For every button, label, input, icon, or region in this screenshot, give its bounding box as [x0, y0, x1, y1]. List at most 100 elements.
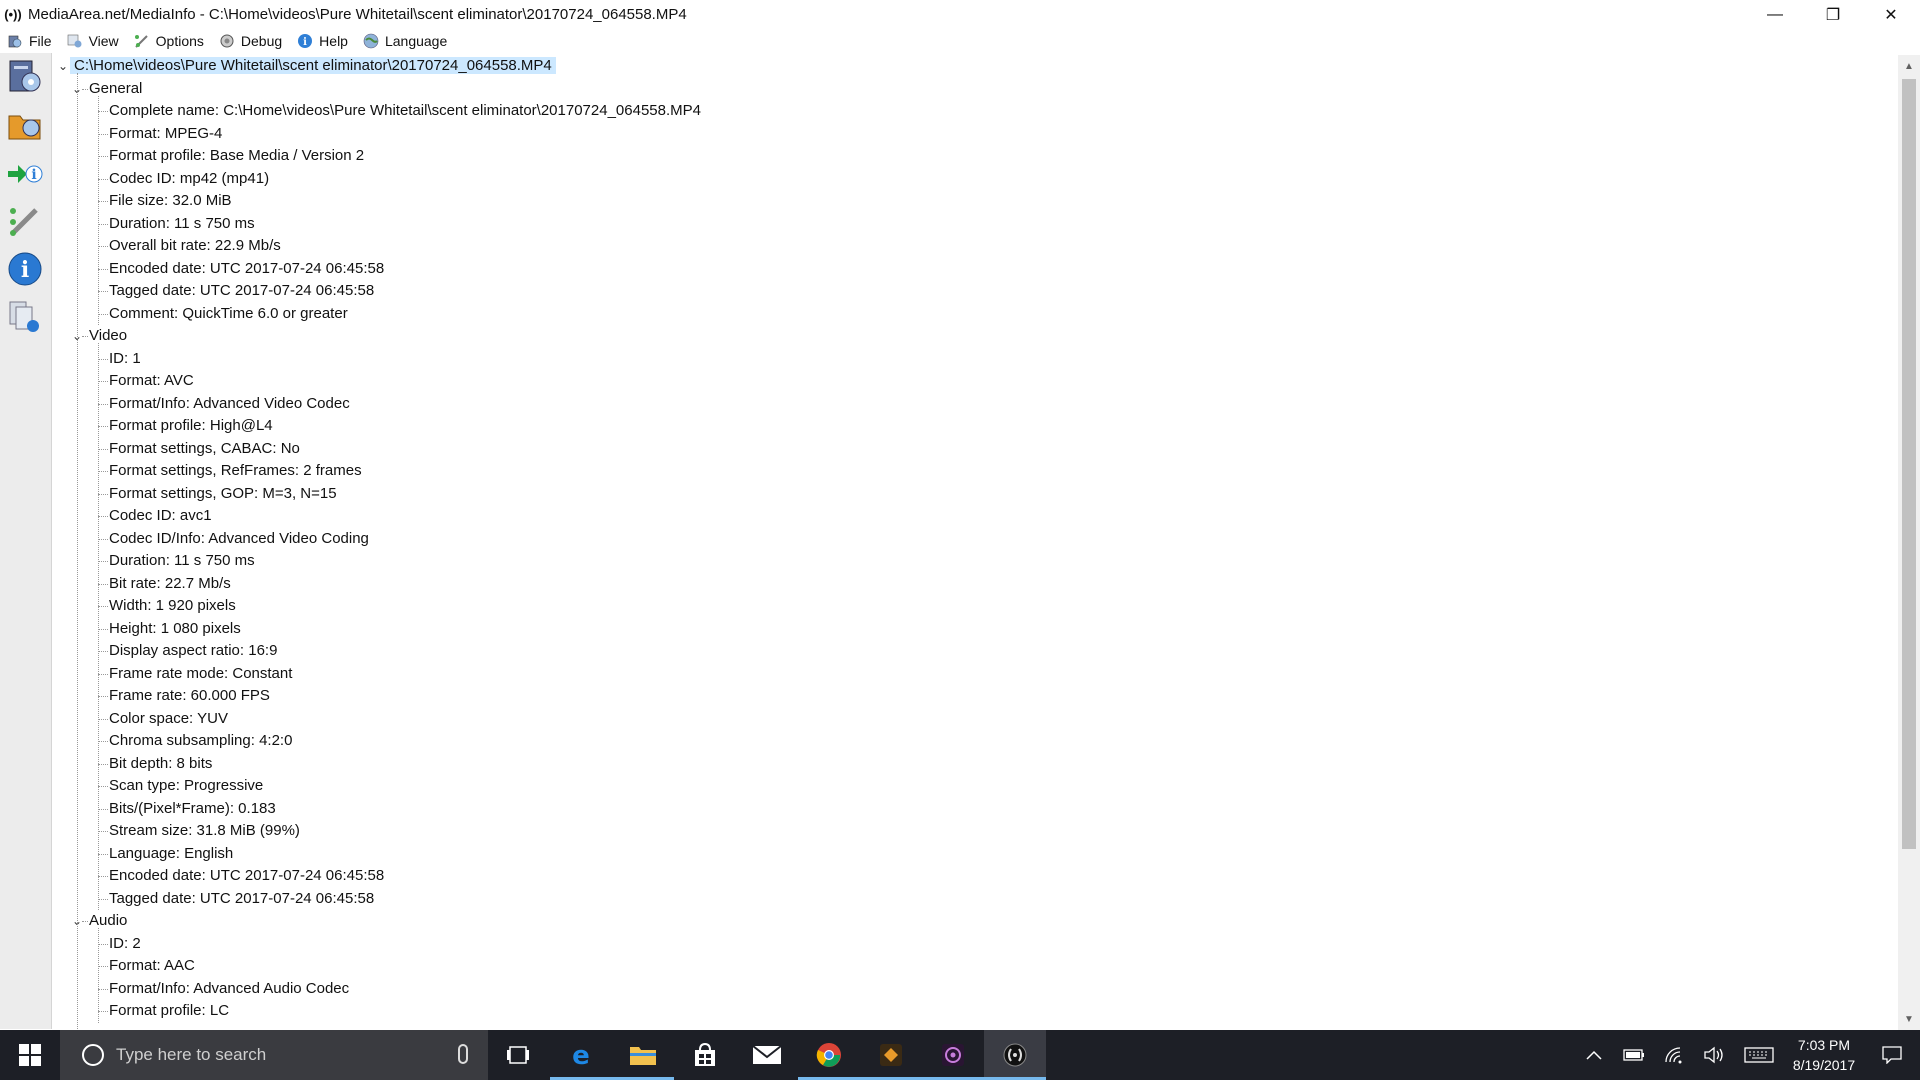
- window-title: MediaArea.net/MediaInfo - C:\Home\videos…: [28, 6, 687, 23]
- tree-item[interactable]: Duration: 11 s 750 ms: [109, 550, 255, 572]
- scroll-up-arrow-icon[interactable]: ▲: [1898, 57, 1920, 75]
- tree-item[interactable]: Frame rate mode: Constant: [109, 663, 292, 685]
- tree-item[interactable]: Scan type: Progressive: [109, 775, 263, 797]
- tree-item[interactable]: Duration: 11 s 750 ms: [109, 213, 255, 235]
- tree-item[interactable]: Format settings, RefFrames: 2 frames: [109, 460, 362, 482]
- tree-item[interactable]: Bit rate: 22.7 Mb/s: [109, 573, 231, 595]
- tree-item[interactable]: Codec ID: avc1: [109, 505, 212, 527]
- tree-item[interactable]: Width: 1 920 pixels: [109, 595, 236, 617]
- menu-debug[interactable]: Debug: [218, 30, 282, 52]
- battery-icon[interactable]: [1614, 1030, 1654, 1080]
- tree-item[interactable]: Stream size: 31.8 MiB (99%): [109, 820, 300, 842]
- export-button[interactable]: i: [5, 153, 45, 193]
- tree-item[interactable]: Tagged date: UTC 2017-07-24 06:45:58: [109, 280, 374, 302]
- volume-icon[interactable]: [1694, 1030, 1734, 1080]
- title-bar: (•)) MediaArea.net/MediaInfo - C:\Home\v…: [0, 0, 1920, 29]
- minimize-button[interactable]: —: [1746, 0, 1804, 29]
- svg-text:i: i: [303, 37, 307, 48]
- touch-keyboard-icon[interactable]: [1734, 1030, 1784, 1080]
- about-button[interactable]: i: [5, 249, 45, 289]
- taskbar-mail[interactable]: [736, 1030, 798, 1080]
- tree-item[interactable]: Format: MPEG-4: [109, 123, 222, 145]
- show-hidden-icons-chevron-icon[interactable]: [1574, 1030, 1614, 1080]
- tree-item[interactable]: Format/Info: Advanced Video Codec: [109, 393, 350, 415]
- tree-item[interactable]: Format settings, GOP: M=3, N=15: [109, 483, 337, 505]
- tree-item[interactable]: Complete name: C:\Home\videos\Pure White…: [109, 100, 701, 122]
- tree-item[interactable]: Format profile: Base Media / Version 2: [109, 145, 364, 167]
- tree-item[interactable]: Format profile: High@L4: [109, 415, 273, 437]
- tree-connector: [98, 246, 108, 247]
- tree-section-audio[interactable]: Audio: [89, 910, 127, 932]
- wifi-icon[interactable]: [1654, 1030, 1694, 1080]
- close-button[interactable]: ✕: [1862, 0, 1920, 29]
- tree-connector: [98, 718, 108, 720]
- tree-connector: [98, 808, 108, 810]
- tree-section-general[interactable]: General: [89, 78, 142, 100]
- taskbar-store[interactable]: [674, 1030, 736, 1080]
- knowledge-base-button[interactable]: [5, 297, 45, 337]
- preferences-button[interactable]: [5, 201, 45, 241]
- tree-connector: [98, 291, 108, 292]
- menu-options[interactable]: Options: [133, 30, 204, 52]
- tree-item[interactable]: Frame rate: 60.000 FPS: [109, 685, 270, 707]
- menu-help[interactable]: i Help: [296, 30, 348, 52]
- taskbar-mediainfo[interactable]: [984, 1030, 1046, 1080]
- info-tree[interactable]: ⌄ C:\Home\videos\Pure Whitetail\scent eli…: [56, 55, 1894, 1030]
- menu-file[interactable]: File: [6, 30, 52, 52]
- chevron-down-icon[interactable]: ⌄: [56, 55, 70, 77]
- tree-item[interactable]: Display aspect ratio: 16:9: [109, 640, 277, 662]
- tree-item[interactable]: ID: 1: [109, 348, 141, 370]
- tree-item[interactable]: Comment: QuickTime 6.0 or greater: [109, 303, 348, 325]
- system-clock[interactable]: 7:03 PM 8/19/2017: [1784, 1035, 1864, 1075]
- open-file-button[interactable]: [5, 57, 45, 97]
- tree-item[interactable]: Language: English: [109, 843, 233, 865]
- taskbar-file-explorer[interactable]: [612, 1030, 674, 1080]
- vertical-scrollbar[interactable]: ▲ ▼: [1898, 55, 1920, 1030]
- svg-text:i: i: [21, 257, 29, 283]
- tree-item[interactable]: Format: AVC: [109, 370, 194, 392]
- video-editor-icon: [942, 1044, 964, 1066]
- taskbar-chrome[interactable]: [798, 1030, 860, 1080]
- tree-item[interactable]: File size: 32.0 MiB: [109, 190, 232, 212]
- tree-item[interactable]: ID: 2: [109, 933, 141, 955]
- tree-item[interactable]: Bit depth: 8 bits: [109, 753, 212, 775]
- taskbar-edge[interactable]: e: [550, 1030, 612, 1080]
- tree-item[interactable]: Overall bit rate: 22.9 Mb/s: [109, 235, 281, 257]
- tree-connector: [98, 583, 108, 585]
- menu-view[interactable]: View: [66, 30, 119, 52]
- tree-connector: [98, 426, 108, 427]
- tree-connector: [77, 73, 78, 1030]
- microphone-icon[interactable]: [458, 1044, 468, 1064]
- tree-item[interactable]: Bits/(Pixel*Frame): 0.183: [109, 798, 276, 820]
- help-icon: i: [296, 32, 314, 50]
- tree-item[interactable]: Height: 1 080 pixels: [109, 618, 241, 640]
- action-center-icon[interactable]: [1864, 1030, 1920, 1080]
- taskbar-media-app[interactable]: [860, 1030, 922, 1080]
- tree-connector: [98, 156, 108, 157]
- tree-root-file[interactable]: C:\Home\videos\Pure Whitetail\scent elim…: [70, 55, 556, 77]
- scroll-thumb[interactable]: [1902, 79, 1916, 849]
- start-button[interactable]: [0, 1030, 60, 1080]
- options-icon: [133, 32, 151, 50]
- scroll-down-arrow-icon[interactable]: ▼: [1898, 1010, 1920, 1028]
- menu-language[interactable]: Language: [362, 30, 447, 52]
- tree-section-video[interactable]: Video: [89, 325, 127, 347]
- task-view-button[interactable]: [488, 1030, 550, 1080]
- tree-item[interactable]: Color space: YUV: [109, 708, 228, 730]
- tree-item[interactable]: Tagged date: UTC 2017-07-24 06:45:58: [109, 888, 374, 910]
- tree-item[interactable]: Chroma subsampling: 4:2:0: [109, 730, 292, 752]
- knowledge-base-icon: [9, 301, 39, 332]
- tree-item[interactable]: Codec ID: mp42 (mp41): [109, 168, 269, 190]
- tree-item[interactable]: Encoded date: UTC 2017-07-24 06:45:58: [109, 865, 384, 887]
- tree-item[interactable]: Format profile: LC: [109, 1000, 229, 1022]
- tree-item[interactable]: Codec ID/Info: Advanced Video Coding: [109, 528, 369, 550]
- tree-item[interactable]: Format: AAC: [109, 955, 195, 977]
- taskbar-video-editor[interactable]: [922, 1030, 984, 1080]
- tree-item[interactable]: Encoded date: UTC 2017-07-24 06:45:58: [109, 258, 384, 280]
- taskbar: Type here to search e 7:03 PM 8/19/2017: [0, 1030, 1920, 1080]
- tree-item[interactable]: Format settings, CABAC: No: [109, 438, 300, 460]
- maximize-button[interactable]: ❐: [1804, 0, 1862, 29]
- open-folder-button[interactable]: [5, 105, 45, 145]
- taskbar-search[interactable]: Type here to search: [60, 1030, 488, 1080]
- tree-item[interactable]: Format/Info: Advanced Audio Codec: [109, 978, 349, 1000]
